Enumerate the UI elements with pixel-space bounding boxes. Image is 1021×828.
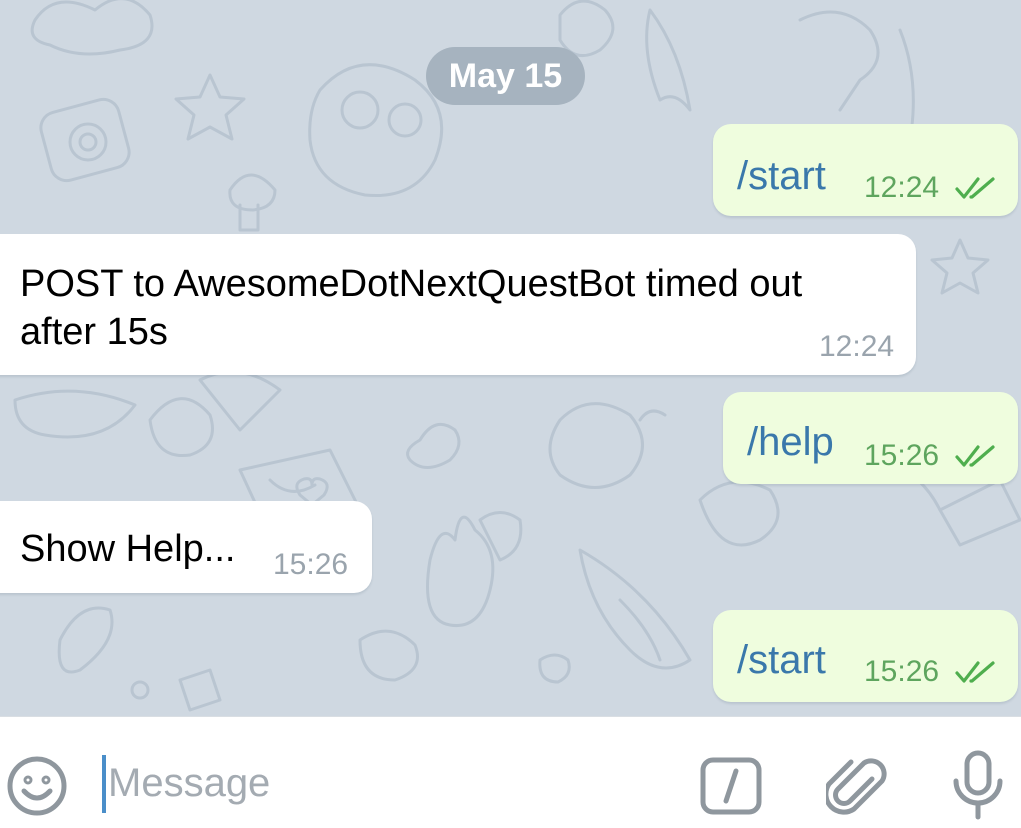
slash-command-icon[interactable] — [700, 757, 762, 820]
message-composer — [0, 716, 1021, 828]
message-time: 12:24 — [864, 171, 940, 204]
message-time: 15:26 — [273, 548, 349, 581]
double-check-icon — [955, 445, 995, 467]
command-link[interactable]: /start — [737, 638, 826, 682]
message-bubble-outgoing[interactable]: /help 15:26 — [723, 392, 1018, 484]
text-caret — [102, 755, 106, 813]
message-text: after 15s — [20, 311, 168, 353]
chat-area[interactable]: May 15 /start 12:24 POST to AwesomeDotNe… — [0, 0, 1021, 716]
smiley-icon[interactable] — [6, 755, 68, 822]
paperclip-icon[interactable] — [823, 753, 890, 824]
message-bubble-outgoing[interactable]: /start 12:24 — [713, 124, 1018, 216]
message-time: 12:24 — [819, 330, 895, 363]
message-time: 15:26 — [864, 439, 940, 472]
microphone-icon[interactable] — [950, 749, 1006, 826]
message-text: POST to AwesomeDotNextQuestBot timed out — [20, 263, 803, 305]
message-text: Show Help... — [20, 528, 236, 570]
date-separator: May 15 — [426, 47, 585, 105]
command-link[interactable]: /start — [737, 154, 826, 198]
double-check-icon — [955, 177, 995, 199]
message-bubble-incoming[interactable]: POST to AwesomeDotNextQuestBot timed out… — [0, 234, 916, 375]
message-input[interactable] — [108, 753, 668, 813]
message-bubble-outgoing[interactable]: /start 15:26 — [713, 610, 1018, 702]
message-time: 15:26 — [864, 655, 940, 688]
message-bubble-incoming[interactable]: Show Help... 15:26 — [0, 501, 372, 593]
command-link[interactable]: /help — [747, 420, 834, 464]
double-check-icon — [955, 661, 995, 683]
